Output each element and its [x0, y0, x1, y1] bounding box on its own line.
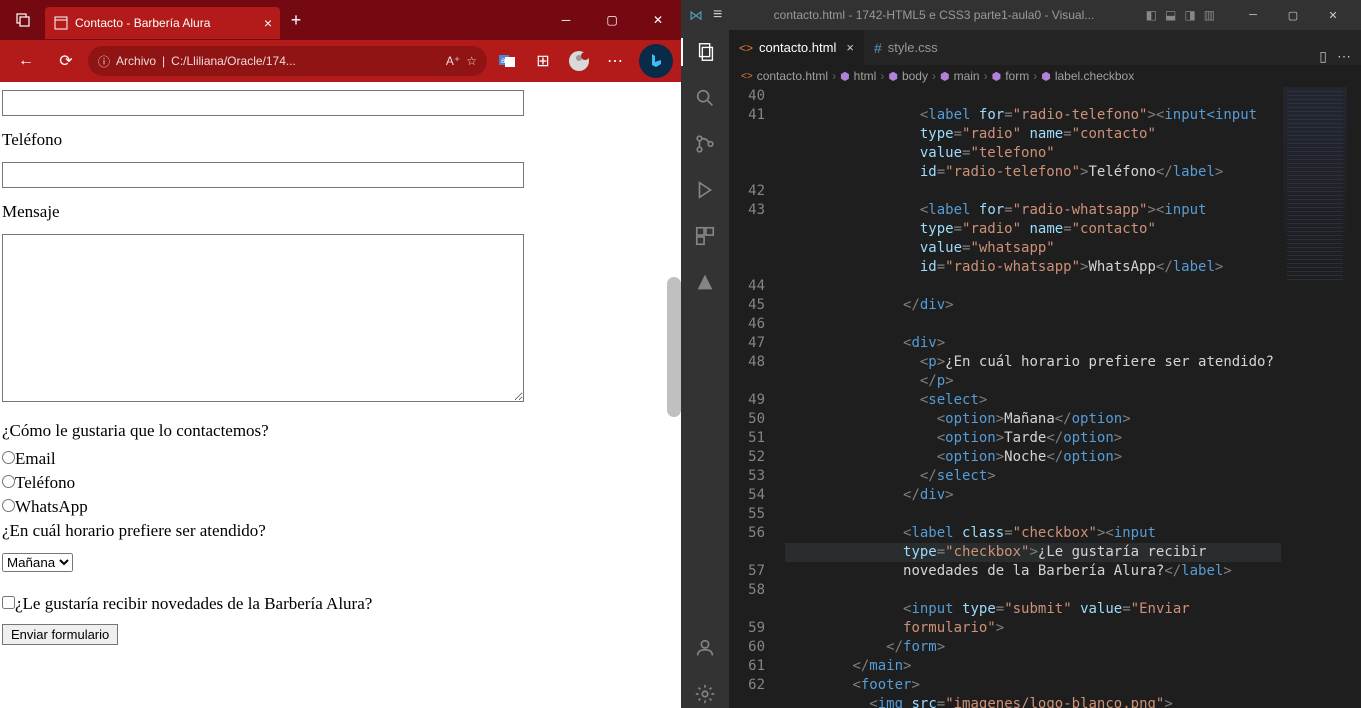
horario-select[interactable]: Mañana Tarde Noche: [2, 553, 73, 572]
html-file-icon: <>: [741, 71, 753, 82]
settings-icon[interactable]: [681, 680, 729, 708]
telefono-label: Teléfono: [2, 130, 679, 150]
refresh-button[interactable]: ⟳: [48, 43, 84, 79]
explorer-icon[interactable]: [681, 38, 729, 66]
radio-email[interactable]: [2, 451, 15, 464]
url-scheme: Archivo: [116, 54, 156, 68]
url-input[interactable]: ⓘ Archivo | C:/Lliliana/Oracle/174... A⁺…: [88, 46, 487, 76]
browser-window: Contacto - Barbería Alura × + ─ ▢ ✕ ← ⟳ …: [0, 0, 681, 708]
url-separator: |: [162, 54, 165, 68]
more-icon[interactable]: ⋯: [599, 45, 631, 77]
layout-left-icon[interactable]: ◧: [1146, 8, 1157, 22]
page-content: Teléfono Mensaje ¿Cómo le gustaria que l…: [0, 82, 681, 708]
back-button[interactable]: ←: [8, 43, 44, 79]
contact-question: ¿Cómo le gustaria que lo contactemos?: [2, 421, 679, 441]
horario-question: ¿En cuál horario prefiere ser atendido?: [2, 521, 679, 541]
tab-style[interactable]: # style.css: [864, 30, 948, 65]
vscode-title: contacto.html - 1742-HTML5 e CSS3 parte1…: [732, 8, 1135, 22]
layout-custom-icon[interactable]: ▥: [1204, 8, 1215, 22]
symbol-icon: ⬢: [1041, 70, 1051, 83]
layout-right-icon[interactable]: ◨: [1184, 8, 1195, 22]
minimize-button[interactable]: ─: [543, 0, 589, 40]
mensaje-textarea[interactable]: [2, 234, 524, 402]
address-bar: ← ⟳ ⓘ Archivo | C:/Lliliana/Oracle/174..…: [0, 40, 681, 82]
azure-icon[interactable]: [681, 268, 729, 296]
symbol-icon: ⬢: [840, 70, 850, 83]
svg-text:a: a: [501, 56, 506, 65]
minimap[interactable]: [1283, 87, 1347, 287]
vs-minimize-button[interactable]: ─: [1233, 0, 1273, 30]
accounts-icon[interactable]: [681, 634, 729, 662]
editor-area: <> contacto.html × # style.css ▯ ⋯ <> co…: [729, 30, 1361, 708]
activity-bar: [681, 30, 729, 708]
editor-tabbar: <> contacto.html × # style.css ▯ ⋯: [729, 30, 1361, 65]
search-icon[interactable]: [681, 84, 729, 112]
window-controls: ─ ▢ ✕: [543, 0, 681, 40]
hamburger-icon[interactable]: ≡: [713, 6, 722, 24]
favorite-icon[interactable]: ☆: [466, 54, 477, 68]
split-editor-icon[interactable]: ▯: [1319, 48, 1327, 65]
tab-contacto[interactable]: <> contacto.html ×: [729, 30, 864, 65]
close-window-button[interactable]: ✕: [635, 0, 681, 40]
symbol-icon: ⬢: [888, 70, 898, 83]
symbol-icon: ⬢: [992, 70, 1002, 83]
radio-whatsapp[interactable]: [2, 499, 15, 512]
close-tab-icon[interactable]: ×: [846, 40, 854, 55]
vs-close-button[interactable]: ✕: [1313, 0, 1353, 30]
more-actions-icon[interactable]: ⋯: [1337, 48, 1351, 65]
bing-icon[interactable]: [639, 44, 673, 78]
vscode-logo-icon: ⋈: [689, 7, 703, 24]
url-path: C:/Lliliana/Oracle/174...: [171, 54, 296, 68]
symbol-icon: ⬢: [940, 70, 950, 83]
code-lines: <label for="radio-telefono"><input<input…: [785, 87, 1281, 708]
mensaje-label: Mensaje: [2, 202, 679, 222]
page-icon: [53, 15, 69, 31]
browser-tab[interactable]: Contacto - Barbería Alura ×: [45, 7, 280, 39]
run-debug-icon[interactable]: [681, 176, 729, 204]
radio-telefono-label[interactable]: Teléfono: [2, 473, 679, 493]
line-gutter: 4041424344454647484950515253545556575859…: [729, 87, 775, 695]
extensions-icon[interactable]: [681, 222, 729, 250]
newsletter-checkbox[interactable]: [2, 596, 15, 609]
browser-titlebar: Contacto - Barbería Alura × + ─ ▢ ✕: [0, 0, 681, 40]
html-file-icon: <>: [739, 41, 753, 55]
vscode-titlebar: ⋈ ≡ contacto.html - 1742-HTML5 e CSS3 pa…: [681, 0, 1361, 30]
telefono-input[interactable]: [2, 162, 524, 188]
maximize-button[interactable]: ▢: [589, 0, 635, 40]
close-tab-icon[interactable]: ×: [264, 15, 272, 31]
layout-bottom-icon[interactable]: ⬓: [1165, 8, 1176, 22]
prev-input[interactable]: [2, 90, 524, 116]
reader-icon[interactable]: A⁺: [446, 54, 460, 68]
radio-email-label[interactable]: Email: [2, 449, 679, 469]
tab-title: Contacto - Barbería Alura: [75, 16, 258, 30]
radio-telefono[interactable]: [2, 475, 15, 488]
new-tab-button[interactable]: +: [280, 10, 312, 31]
info-icon: ⓘ: [98, 53, 110, 70]
profile-icon[interactable]: [563, 45, 595, 77]
breadcrumb[interactable]: <> contacto.html› ⬢html› ⬢body› ⬢main› ⬢…: [729, 65, 1361, 87]
css-file-icon: #: [874, 40, 882, 56]
layout-controls: ◧ ⬓ ◨ ▥: [1146, 8, 1215, 22]
vs-maximize-button[interactable]: ▢: [1273, 0, 1313, 30]
submit-button[interactable]: Enviar formulario: [2, 624, 118, 645]
tab-actions-button[interactable]: [0, 0, 45, 40]
vscode-window: ⋈ ≡ contacto.html - 1742-HTML5 e CSS3 pa…: [681, 0, 1361, 708]
scrollbar-thumb[interactable]: [667, 277, 681, 417]
translate-icon[interactable]: a: [491, 45, 523, 77]
code-editor[interactable]: 4041424344454647484950515253545556575859…: [729, 87, 1361, 708]
source-control-icon[interactable]: [681, 130, 729, 158]
radio-whatsapp-label[interactable]: WhatsApp: [2, 497, 679, 517]
collections-icon[interactable]: ⊞: [527, 45, 559, 77]
newsletter-checkbox-label[interactable]: ¿Le gustaría recibir novedades de la Bar…: [2, 594, 679, 614]
vscode-body: <> contacto.html × # style.css ▯ ⋯ <> co…: [681, 30, 1361, 708]
vscode-window-controls: ─ ▢ ✕: [1233, 0, 1353, 30]
